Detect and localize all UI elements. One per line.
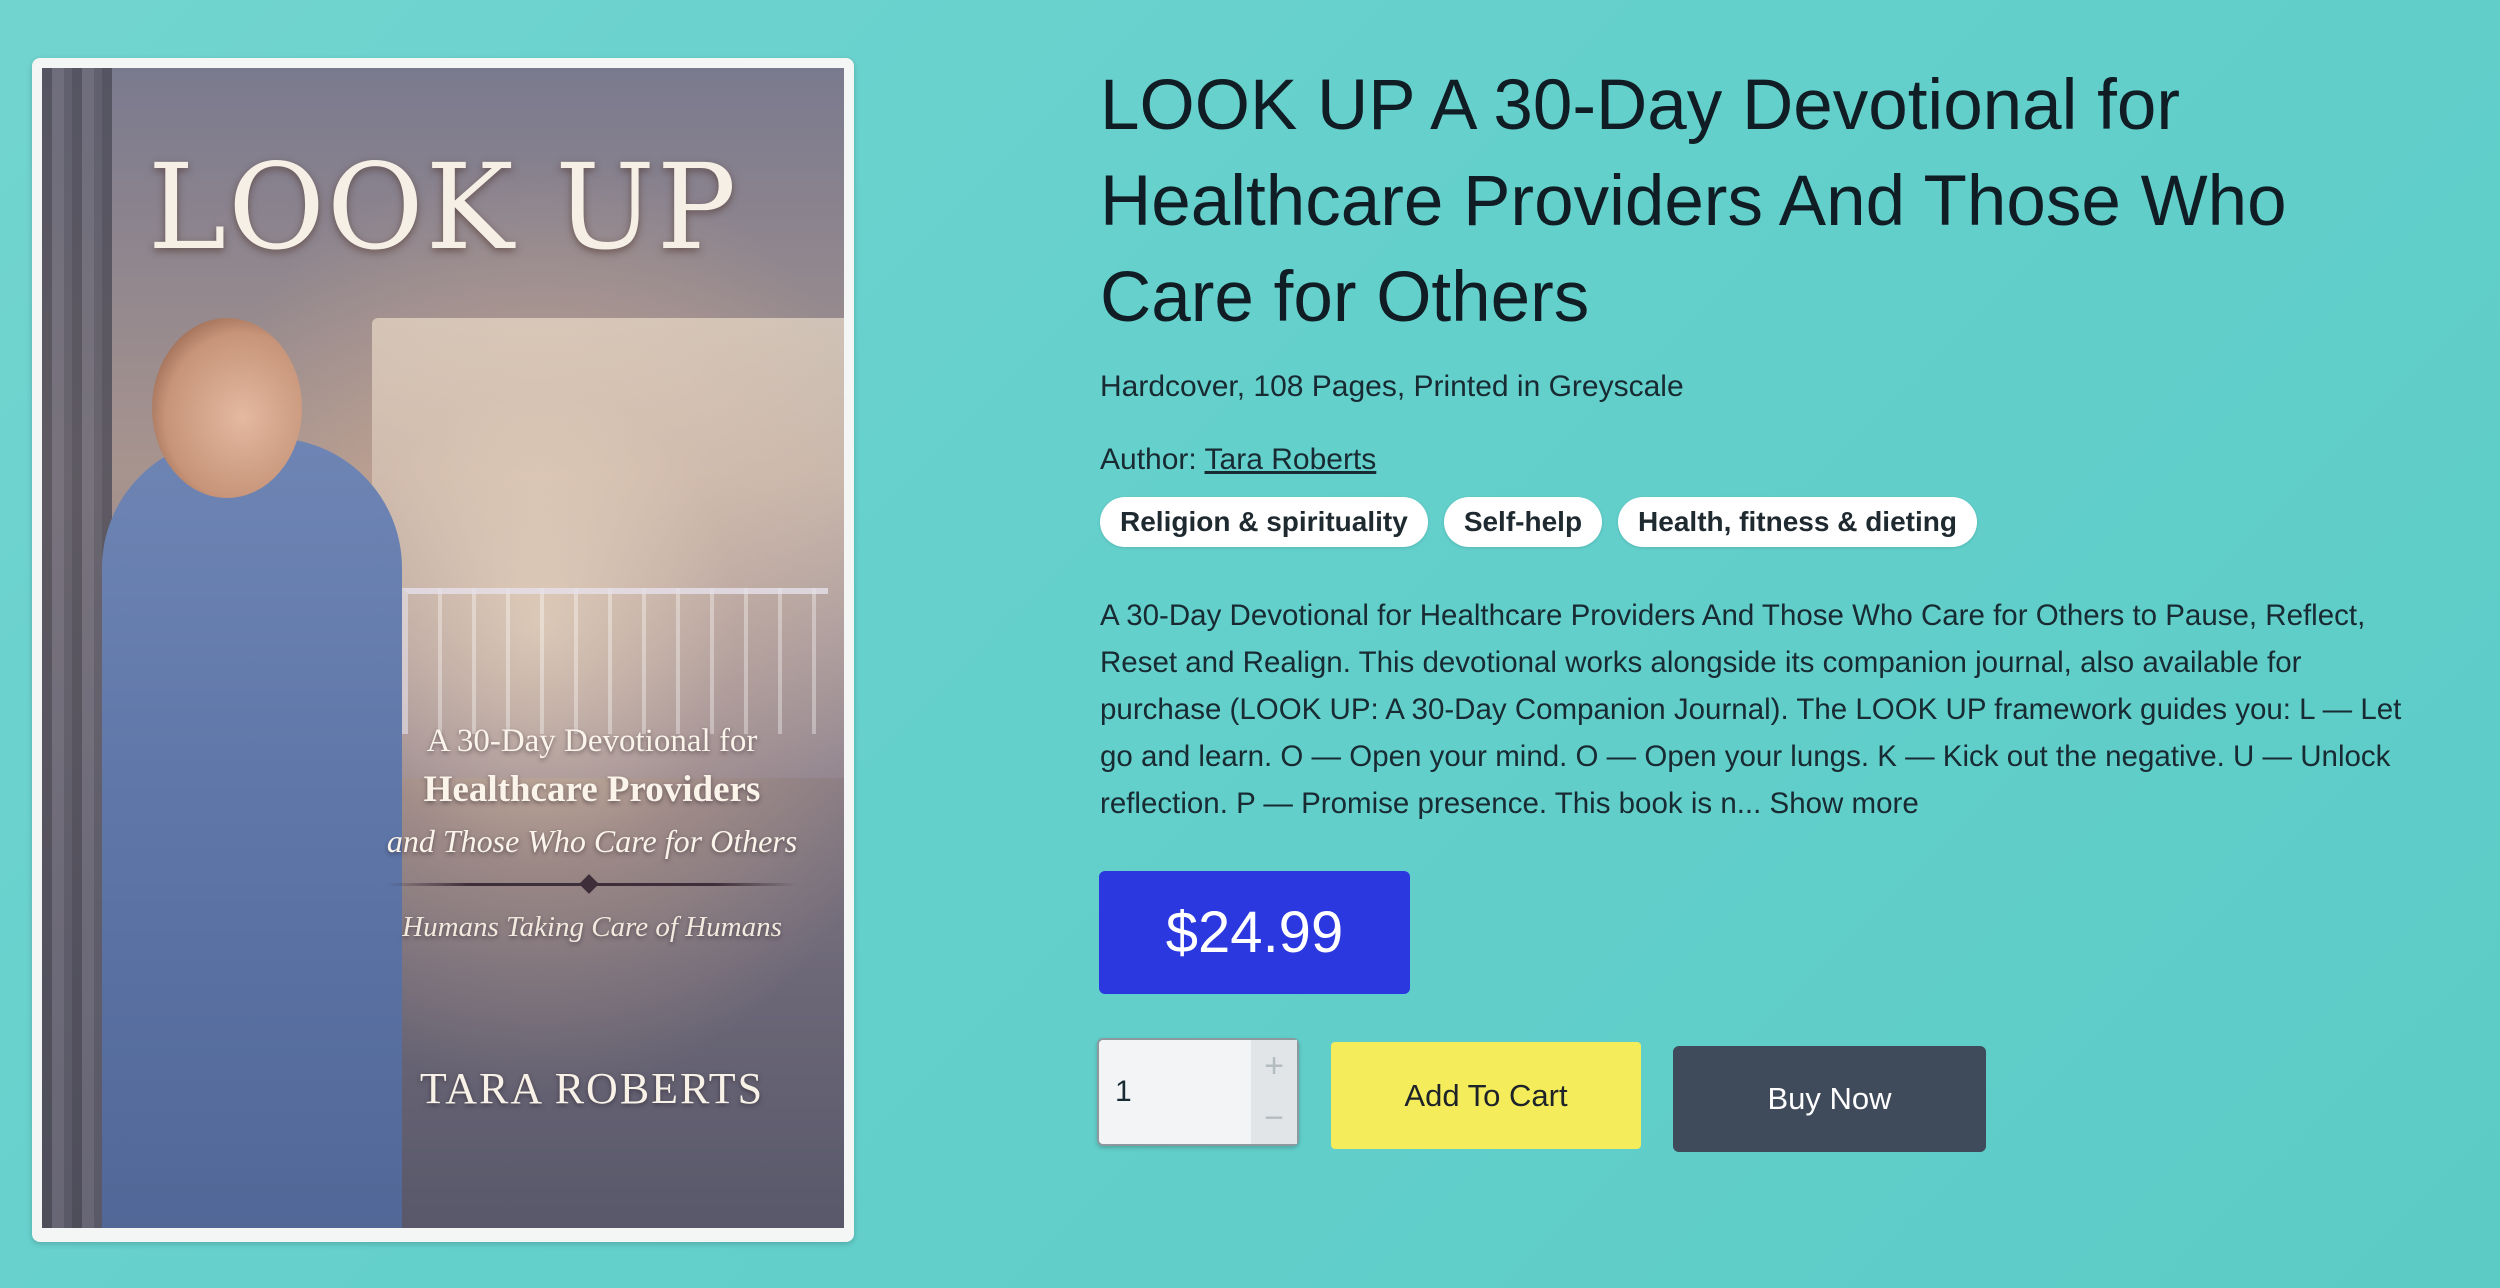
cover-subtitle-line-3: and Those Who Care for Others [386, 823, 798, 859]
tag-religion-spirituality[interactable]: Religion & spirituality [1100, 497, 1428, 547]
tag-self-help[interactable]: Self-help [1443, 497, 1603, 547]
author-line: Author: Tara Roberts [1100, 443, 1376, 477]
book-cover-image[interactable]: LOOK UP A 30-Day Devotional for Healthca… [42, 68, 844, 1228]
quantity-input[interactable] [1099, 1040, 1249, 1144]
author-link[interactable]: Tara Roberts [1205, 443, 1377, 476]
author-label: Author: [1100, 443, 1197, 476]
tag-health-fitness-dieting[interactable]: Health, fitness & dieting [1618, 497, 1977, 547]
cover-bed-art [402, 588, 828, 734]
quantity-increment-button[interactable]: + [1251, 1040, 1297, 1093]
category-tags: Religion & spirituality Self-help Health… [1100, 497, 1977, 547]
cover-subtitle-line-2: Healthcare Providers [423, 769, 761, 810]
show-more-link[interactable]: Show more [1770, 787, 1919, 820]
description-text: A 30-Day Devotional for Healthcare Provi… [1100, 599, 2402, 820]
cover-author: TARA ROBERTS [419, 1064, 765, 1113]
quantity-decrement-button[interactable]: − [1251, 1092, 1297, 1144]
product-title: LOOK UP A 30-Day Devotional for Healthca… [1100, 66, 2287, 337]
cover-ornament-divider [387, 883, 797, 886]
price-badge: $24.99 [1099, 871, 1410, 994]
quantity-stepper: + − [1097, 1038, 1299, 1146]
cover-title: LOOK UP [147, 138, 739, 276]
cover-tagline: Humans Taking Care of Humans [402, 911, 782, 943]
product-description: A 30-Day Devotional for Healthcare Provi… [1100, 592, 2430, 827]
cover-subtitle-line-1: A 30-Day Devotional for [426, 723, 758, 759]
product-format: Hardcover, 108 Pages, Printed in Greysca… [1100, 370, 1684, 403]
book-cover-frame: LOOK UP A 30-Day Devotional for Healthca… [32, 58, 854, 1242]
buy-now-button[interactable]: Buy Now [1673, 1046, 1986, 1152]
add-to-cart-button[interactable]: Add To Cart [1331, 1042, 1641, 1149]
cover-nurse-head-art [152, 318, 302, 498]
